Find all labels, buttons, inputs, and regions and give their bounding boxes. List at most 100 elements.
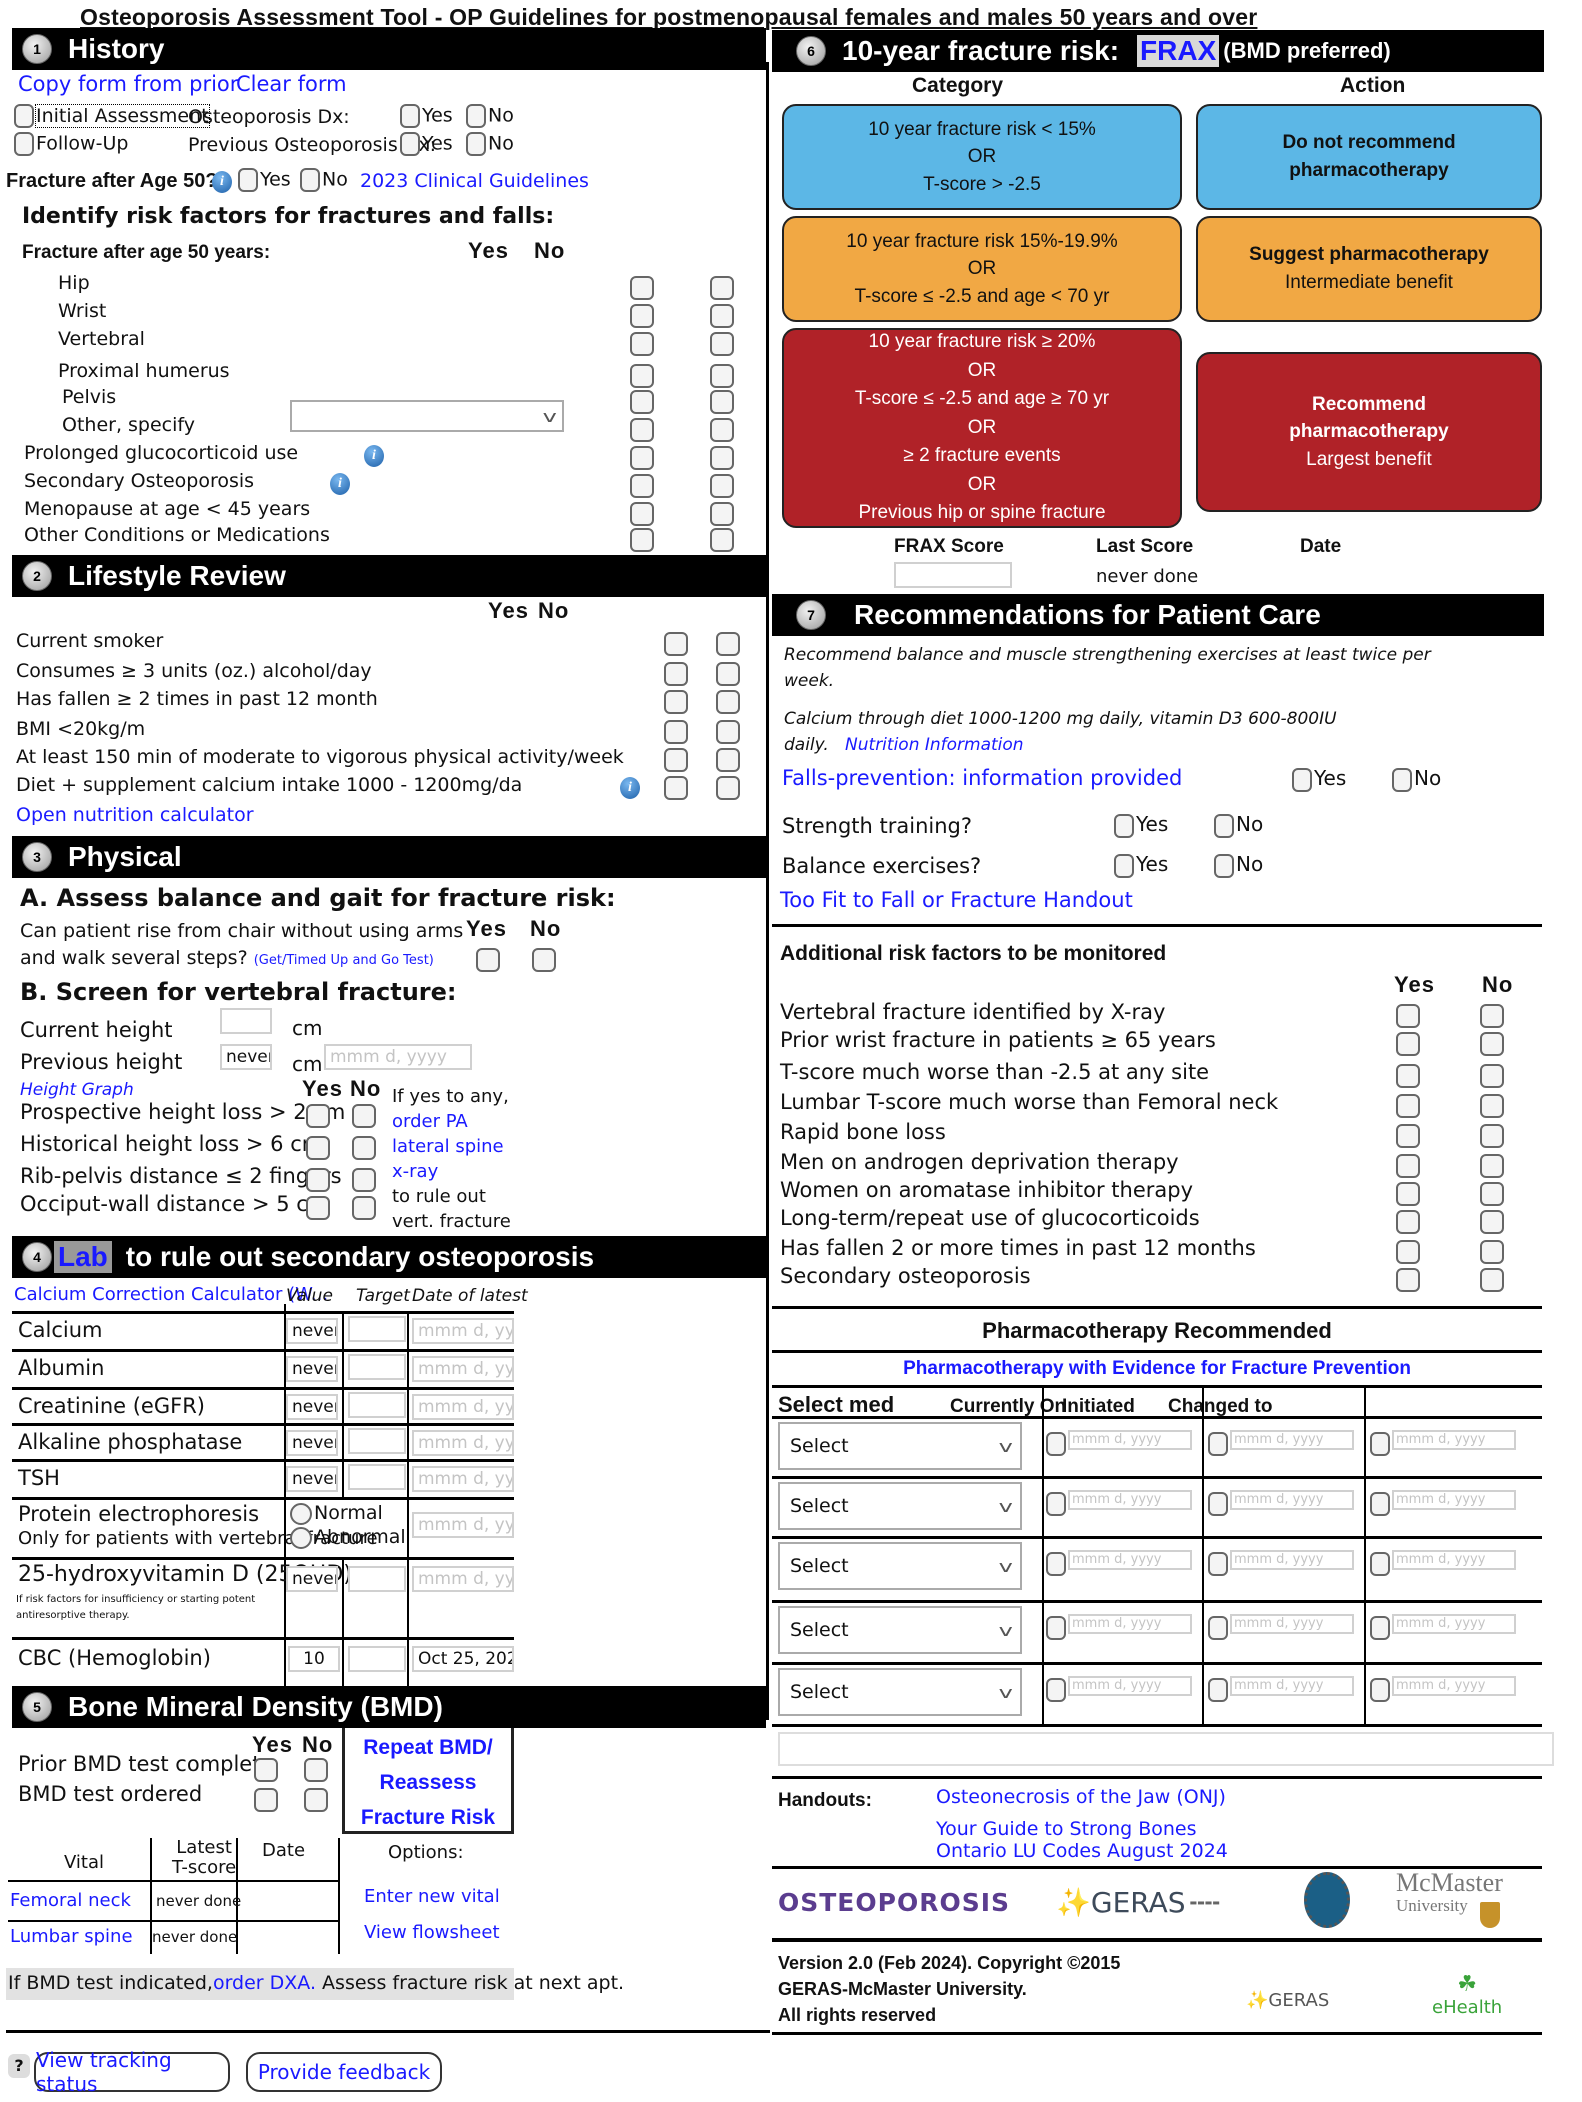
vitamin-d-date-input[interactable]: mmm d, yyyy <box>412 1566 514 1592</box>
fracture-site-yes-checkbox[interactable] <box>630 304 654 328</box>
enter-new-vital-link[interactable]: Enter new vital <box>364 1886 500 1907</box>
fit-to-fall-handout-link[interactable]: Too Fit to Fall or Fracture Handout <box>780 888 1133 912</box>
clinical-guidelines-link[interactable]: 2023 Clinical Guidelines <box>360 170 589 192</box>
fracture-site-yes-checkbox[interactable] <box>630 364 654 388</box>
initiated-checkbox[interactable] <box>1208 1552 1228 1576</box>
checkbox[interactable] <box>1392 767 1412 792</box>
med-date-input[interactable]: mmm d, yyyy <box>1230 1490 1354 1510</box>
vertebral-yes-checkbox[interactable] <box>306 1104 330 1128</box>
med-date-input[interactable]: mmm d, yyyy <box>1392 1614 1516 1634</box>
vertebral-no-checkbox[interactable] <box>352 1104 376 1128</box>
risk-factor-yes-checkbox[interactable] <box>630 446 654 470</box>
risk-factor-yes-checkbox[interactable] <box>630 474 654 498</box>
med-date-input[interactable]: mmm d, yyyy <box>1230 1550 1354 1570</box>
lab-target-input[interactable] <box>348 1464 406 1490</box>
normal-radio-option[interactable]: Normal <box>290 1502 383 1525</box>
lifestyle-yes-checkbox[interactable] <box>664 748 688 772</box>
fracture-site-no-checkbox[interactable] <box>710 332 734 356</box>
currently-on-checkbox[interactable] <box>1046 1552 1066 1576</box>
prev-osteo-dx-no[interactable]: No <box>466 132 514 156</box>
checkbox[interactable] <box>1114 853 1134 878</box>
cbc-value-input[interactable]: 10 <box>288 1646 340 1672</box>
lab-target-input[interactable] <box>348 1354 406 1380</box>
strong-bones-handout-link[interactable]: Your Guide to Strong Bones <box>936 1818 1197 1840</box>
additional-risk-no-checkbox[interactable] <box>1480 1004 1504 1028</box>
protein-date-input[interactable]: mmm d, yyyy <box>412 1512 514 1538</box>
med-date-input[interactable]: mmm d, yyyy <box>1392 1490 1516 1510</box>
checkbox[interactable] <box>1292 767 1312 792</box>
additional-risk-yes-checkbox[interactable] <box>1396 1268 1420 1292</box>
additional-risk-yes-checkbox[interactable] <box>1396 1154 1420 1178</box>
risk-factor-no-checkbox[interactable] <box>710 474 734 498</box>
med-date-input[interactable]: mmm d, yyyy <box>1230 1676 1354 1696</box>
lab-date-input[interactable]: mmm d, yyyy <box>412 1318 514 1344</box>
info-icon[interactable]: i <box>212 168 232 193</box>
additional-risk-no-checkbox[interactable] <box>1480 1124 1504 1148</box>
help-icon[interactable]: ? <box>8 2054 30 2078</box>
radio[interactable] <box>290 1526 312 1549</box>
onj-handout-link[interactable]: Osteonecrosis of the Jaw (ONJ) <box>936 1786 1226 1808</box>
current-height-input[interactable] <box>220 1008 272 1034</box>
lifestyle-no-checkbox[interactable] <box>716 690 740 714</box>
med-date-input[interactable]: mmm d, yyyy <box>1392 1550 1516 1570</box>
lu-codes-link[interactable]: Ontario LU Codes August 2024 <box>936 1840 1228 1862</box>
changed-to-checkbox[interactable] <box>1370 1492 1390 1516</box>
repeat-bmd-link[interactable]: Repeat BMD/ Reassess Fracture Risk <box>342 1728 514 1834</box>
med-date-input[interactable]: mmm d, yyyy <box>1068 1490 1192 1510</box>
additional-risk-no-checkbox[interactable] <box>1480 1064 1504 1088</box>
order-dxa-link[interactable]: order DXA. <box>213 1972 316 1994</box>
additional-risk-no-checkbox[interactable] <box>1480 1268 1504 1292</box>
med-date-input[interactable]: mmm d, yyyy <box>1068 1430 1192 1450</box>
calcium-correction-link[interactable]: Calcium Correction Calculator (W... <box>14 1284 328 1305</box>
med-date-input[interactable]: mmm d, yyyy <box>1068 1676 1192 1696</box>
lab-link[interactable]: Lab <box>54 1241 112 1273</box>
pharmacotherapy-evidence-link[interactable]: Pharmacotherapy with Evidence for Fractu… <box>772 1358 1542 1380</box>
currently-on-checkbox[interactable] <box>1046 1492 1066 1516</box>
lab-value-input[interactable]: never d <box>286 1430 338 1456</box>
checkbox[interactable] <box>238 168 258 192</box>
checkbox[interactable] <box>400 104 420 128</box>
cbc-target-input[interactable] <box>348 1646 406 1672</box>
lifestyle-no-checkbox[interactable] <box>716 632 740 656</box>
falls-prevention-no[interactable]: No <box>1392 766 1441 792</box>
other-fracture-select[interactable]: v <box>290 400 564 432</box>
additional-risk-no-checkbox[interactable] <box>1480 1032 1504 1056</box>
lab-date-input[interactable]: mmm d, yyyy <box>412 1430 514 1456</box>
previous-height-input[interactable]: never d <box>220 1044 272 1070</box>
changed-to-checkbox[interactable] <box>1370 1616 1390 1640</box>
risk-factor-no-checkbox[interactable] <box>710 528 734 552</box>
follow-up-option[interactable]: Follow-Up <box>14 132 128 156</box>
initial-assessment-option[interactable]: Initial Assessment <box>14 103 210 128</box>
additional-risk-yes-checkbox[interactable] <box>1396 1182 1420 1206</box>
lab-target-input[interactable] <box>348 1392 406 1418</box>
vertebral-yes-checkbox[interactable] <box>306 1136 330 1160</box>
additional-risk-yes-checkbox[interactable] <box>1396 1032 1420 1056</box>
prev-osteo-dx-yes[interactable]: Yes <box>400 132 453 156</box>
currently-on-checkbox[interactable] <box>1046 1432 1066 1456</box>
changed-to-checkbox[interactable] <box>1370 1552 1390 1576</box>
lab-value-input[interactable]: never d <box>286 1394 338 1420</box>
fracture-site-no-checkbox[interactable] <box>710 304 734 328</box>
initiated-checkbox[interactable] <box>1208 1616 1228 1640</box>
vertebral-no-checkbox[interactable] <box>352 1136 376 1160</box>
balance-no[interactable]: No <box>1214 852 1263 878</box>
fracture-site-yes-checkbox[interactable] <box>630 390 654 414</box>
med-date-input[interactable]: mmm d, yyyy <box>1068 1614 1192 1634</box>
med-date-input[interactable]: mmm d, yyyy <box>1230 1430 1354 1450</box>
risk-factor-yes-checkbox[interactable] <box>630 502 654 526</box>
lab-date-input[interactable]: mmm d, yyyy <box>412 1356 514 1382</box>
checkbox[interactable] <box>1214 853 1234 878</box>
cbc-date-input[interactable]: Oct 25, 2022 <box>412 1646 514 1672</box>
fracture-site-no-checkbox[interactable] <box>710 390 734 414</box>
strength-yes[interactable]: Yes <box>1114 812 1168 838</box>
falls-prevention-yes[interactable]: Yes <box>1292 766 1346 792</box>
currently-on-checkbox[interactable] <box>1046 1616 1066 1640</box>
med-select[interactable]: Select v <box>778 1542 1022 1590</box>
lifestyle-no-checkbox[interactable] <box>716 720 740 744</box>
initial-assessment-checkbox[interactable] <box>14 104 34 128</box>
med-date-input[interactable]: mmm d, yyyy <box>1230 1614 1354 1634</box>
fracture-site-no-checkbox[interactable] <box>710 276 734 300</box>
additional-risk-yes-checkbox[interactable] <box>1396 1064 1420 1088</box>
frax-link[interactable]: FRAX <box>1137 35 1220 67</box>
fracture-after-50-yes[interactable]: Yes <box>238 168 291 192</box>
